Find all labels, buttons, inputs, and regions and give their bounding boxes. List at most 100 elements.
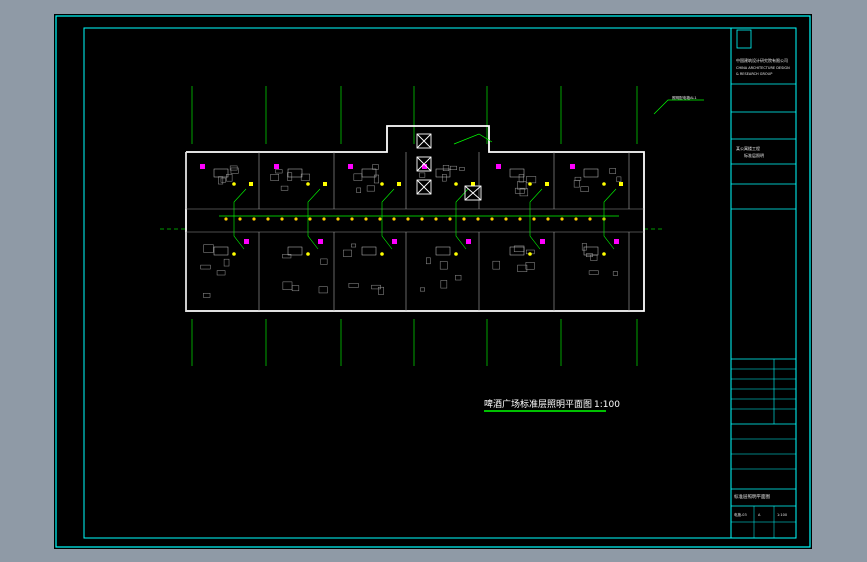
room-light bbox=[380, 252, 384, 256]
sheet-inner-frame bbox=[83, 27, 797, 539]
company-logo bbox=[736, 29, 752, 49]
switch bbox=[619, 182, 623, 186]
branch-circuit bbox=[603, 216, 615, 250]
corridor-light bbox=[336, 217, 340, 221]
furniture-block bbox=[440, 280, 448, 289]
panel-box bbox=[466, 239, 471, 244]
furniture-blocks bbox=[200, 164, 622, 298]
revision: A bbox=[758, 513, 761, 517]
corridor-light bbox=[294, 217, 298, 221]
room-partitions bbox=[185, 152, 644, 311]
panel-box bbox=[540, 239, 545, 244]
furniture-block bbox=[455, 274, 462, 281]
cad-viewport[interactable]: 中国建筑设计研究院有限公司 CHINA ARCHITECTURE DESIGN … bbox=[54, 14, 812, 549]
furniture-block bbox=[442, 174, 447, 182]
furniture-block bbox=[616, 176, 622, 183]
corridor-light bbox=[476, 217, 480, 221]
bed-block bbox=[509, 168, 525, 178]
drawing-scale: 1:100 bbox=[594, 400, 620, 410]
branch-circuit bbox=[233, 216, 245, 250]
company-line-1: 中国建筑设计研究院有限公司 bbox=[736, 57, 788, 63]
switch bbox=[249, 182, 253, 186]
leader-annotation: 照明配电箱AL1 bbox=[653, 95, 704, 115]
corridor-light bbox=[378, 217, 382, 221]
corridor-light bbox=[308, 217, 312, 221]
furniture-block bbox=[518, 174, 525, 183]
corridor-light bbox=[546, 217, 550, 221]
room-light bbox=[528, 182, 532, 186]
furniture-block bbox=[348, 282, 359, 288]
furniture-block bbox=[492, 260, 500, 270]
furniture-block bbox=[442, 165, 450, 171]
room-light bbox=[602, 182, 606, 186]
furniture-block bbox=[612, 271, 618, 276]
corridor-light bbox=[504, 217, 508, 221]
branch-circuit bbox=[455, 216, 467, 250]
furniture-block bbox=[590, 254, 598, 261]
switch bbox=[323, 182, 327, 186]
corridor-light bbox=[224, 217, 228, 221]
furniture-block bbox=[220, 177, 226, 183]
company-line-2: CHINA ARCHITECTURE DESIGN bbox=[736, 66, 790, 70]
panel-box bbox=[614, 239, 619, 244]
furniture-block bbox=[366, 185, 375, 192]
panel-box bbox=[392, 239, 397, 244]
branch-circuit bbox=[529, 216, 541, 250]
branch-circuit bbox=[455, 188, 469, 216]
leader-note-text: 照明配电箱AL1 bbox=[672, 95, 697, 100]
panel-box bbox=[318, 239, 323, 244]
sheet-outer-frame bbox=[55, 15, 811, 548]
bed-block bbox=[213, 246, 229, 256]
branch-circuit bbox=[529, 188, 543, 216]
furniture-block bbox=[343, 249, 352, 257]
furniture-block bbox=[580, 186, 589, 192]
furniture-block bbox=[378, 286, 384, 295]
furniture-block bbox=[351, 243, 357, 248]
furniture-block bbox=[280, 185, 289, 191]
branch-circuit bbox=[381, 188, 395, 216]
corridor-light bbox=[434, 217, 438, 221]
scale-value: 1:100 bbox=[777, 513, 787, 517]
drawing-title: 啤酒广场标准层照明平面图 bbox=[484, 398, 592, 410]
furniture-block bbox=[517, 264, 528, 272]
panel-box bbox=[244, 239, 249, 244]
panel-box bbox=[348, 164, 353, 169]
bed-block bbox=[361, 168, 377, 178]
furniture-block bbox=[588, 270, 599, 275]
bed-block bbox=[361, 246, 377, 256]
panel-box bbox=[496, 164, 501, 169]
project-line-1: 某公寓楼工程 bbox=[736, 145, 760, 151]
bed-block bbox=[287, 246, 303, 256]
room-light bbox=[232, 182, 236, 186]
core-circuit bbox=[453, 133, 493, 145]
sheet-title: 标准层照明平面图 bbox=[734, 493, 770, 500]
furniture-block bbox=[282, 281, 293, 290]
corridor-light bbox=[420, 217, 424, 221]
corridor-light bbox=[518, 217, 522, 221]
furniture-block bbox=[439, 261, 448, 270]
furniture-block bbox=[459, 167, 465, 171]
corridor-light bbox=[350, 217, 354, 221]
furniture-block bbox=[218, 176, 224, 185]
furniture-block bbox=[270, 174, 279, 181]
branch-circuit bbox=[233, 188, 247, 216]
corridor-light bbox=[406, 217, 410, 221]
corridor-light bbox=[448, 217, 452, 221]
furniture-block bbox=[419, 287, 425, 292]
furniture-block bbox=[318, 286, 328, 294]
furniture-block bbox=[320, 258, 328, 265]
bed-block bbox=[509, 246, 525, 256]
room-light bbox=[528, 252, 532, 256]
bed-block bbox=[583, 168, 599, 178]
furniture-block bbox=[372, 164, 379, 170]
room-light bbox=[306, 182, 310, 186]
furniture-block bbox=[200, 264, 211, 270]
furniture-block bbox=[450, 165, 457, 170]
title-block: 中国建筑设计研究院有限公司 CHINA ARCHITECTURE DESIGN … bbox=[730, 28, 796, 538]
corridor-light bbox=[364, 217, 368, 221]
panel-box bbox=[570, 164, 575, 169]
drawing-number: 电施-03 bbox=[734, 512, 747, 517]
switch bbox=[471, 182, 475, 186]
furniture-block bbox=[291, 285, 300, 292]
furniture-block bbox=[526, 176, 537, 184]
